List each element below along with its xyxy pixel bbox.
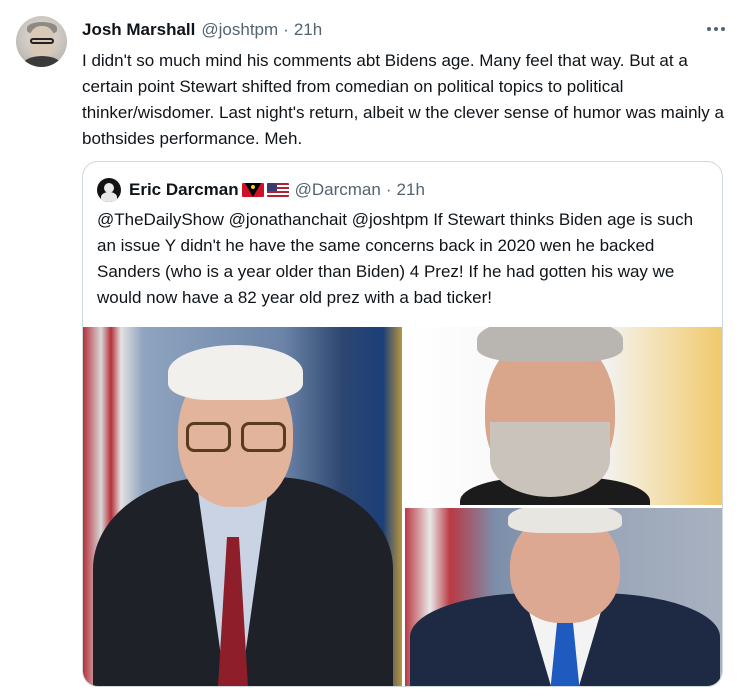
photo-hair [168,345,303,400]
photo-hair [477,327,623,362]
dot [714,27,718,31]
separator-dot: · [283,20,289,39]
more-options-icon[interactable] [703,20,729,38]
photo-beard [490,422,610,497]
quoted-author-avatar[interactable] [97,178,121,202]
media-photo-1[interactable] [83,327,402,686]
media-grid [83,327,722,686]
photo-glasses [241,422,286,452]
quoted-tweet[interactable]: Eric Darcman @Darcman · 21h @TheDailySho… [82,161,723,687]
quoted-tweet-text: @TheDailyShow @jonathanchait @joshtpm If… [97,210,694,307]
avatar-shoulders [22,56,62,67]
author-name[interactable]: Josh Marshall [82,20,195,40]
quoted-tweet-header: Eric Darcman @Darcman · 21h [97,178,425,202]
separator-dot: · [385,180,392,199]
author-avatar[interactable] [16,16,67,67]
photo-glasses [186,422,231,452]
dot [707,27,711,31]
quoted-author-name[interactable]: Eric Darcman [129,180,239,200]
photo-hair [508,508,622,533]
dot [721,27,725,31]
quoted-author-handle[interactable]: @Darcman [295,180,381,200]
tweet-header: Josh Marshall @joshtpm · 21h [82,20,322,40]
avatar-glasses [30,38,54,44]
quoted-tweet-timestamp[interactable]: 21h [397,180,425,200]
author-handle[interactable]: @joshtpm [201,20,278,40]
tweet-timestamp[interactable]: 21h [294,20,322,40]
media-photo-2[interactable] [405,327,722,505]
us-flag-icon [266,183,289,197]
media-photo-3[interactable] [405,508,722,686]
antigua-flag-icon [241,183,264,197]
tweet-text: I didn't so much mind his comments abt B… [82,51,724,148]
